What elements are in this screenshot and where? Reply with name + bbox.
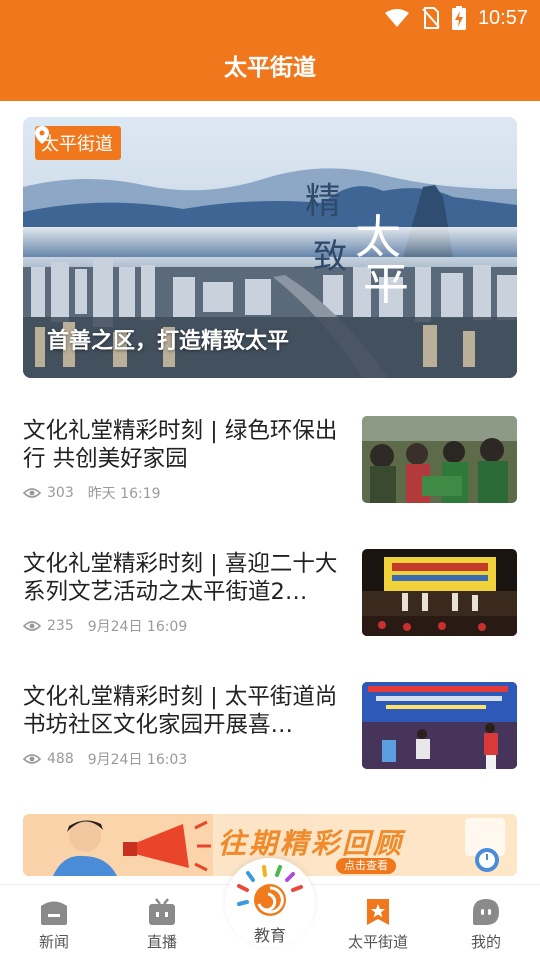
news-meta: 235 9月24日 16:09 [23, 616, 187, 636]
app-header: 10:57 太平街道 [0, 0, 540, 101]
news-meta: 488 9月24日 16:03 [23, 749, 187, 769]
hero-caption: 首善之区，打造精致太平 [47, 329, 290, 354]
eye-icon [23, 488, 41, 498]
promo-title: 往期精彩回顾 [218, 827, 405, 860]
status-bar: 10:57 [0, 0, 540, 36]
no-sim-icon [422, 7, 440, 29]
promo-view-button[interactable]: 点击查看 [336, 858, 396, 874]
megaphone-illustration [23, 814, 213, 876]
status-time: 10:57 [477, 6, 528, 29]
nav-label-mine: 我的 [470, 933, 501, 951]
hero-art-char-4: 平 [363, 258, 409, 303]
nav-item-taiping[interactable]: 太平街道 [333, 885, 423, 960]
nav-label-taiping: 太平街道 [347, 933, 408, 951]
view-count: 488 [47, 751, 74, 767]
page-title: 太平街道 [224, 55, 316, 81]
news-item[interactable]: 文化礼堂精彩时刻 | 太平街道尚书坊社区文化家园开展喜… 488 9月24日 1… [23, 682, 517, 773]
nav-item-live[interactable]: 直播 [117, 885, 207, 960]
news-item[interactable]: 文化礼堂精彩时刻 | 绿色环保出行 共创美好家园 303 昨天 16:19 [23, 416, 517, 507]
news-title: 文化礼堂精彩时刻 | 太平街道尚书坊社区文化家园开展喜… [23, 684, 338, 738]
news-title: 文化礼堂精彩时刻 | 喜迎二十大系列文艺活动之太平街道2… [23, 551, 338, 605]
status-icons: 10:57 [384, 6, 528, 30]
news-thumbnail [362, 549, 517, 636]
hero-art-char-1: 精 [305, 181, 341, 222]
hero-calligraphy: 精 致 太 平 [305, 153, 415, 303]
location-badge-label: 太平街道 [41, 134, 113, 155]
publish-date: 9月24日 16:03 [87, 752, 188, 768]
location-pin-icon [35, 126, 49, 144]
news-thumbnail [362, 682, 517, 769]
view-count: 303 [47, 485, 74, 501]
battery-charging-icon [451, 6, 466, 30]
hero-banner[interactable]: 精 致 太 平 太平街道 首善之区，打造精致太平 [23, 117, 517, 378]
nav-item-mine[interactable]: 我的 [441, 885, 531, 960]
nav-item-news[interactable]: 新闻 [9, 885, 99, 960]
news-icon [41, 901, 67, 925]
tv-icon [149, 898, 175, 925]
publish-date: 昨天 16:19 [87, 486, 161, 502]
bookmark-star-icon [367, 899, 389, 925]
location-badge: 太平街道 [35, 126, 121, 160]
news-item[interactable]: 文化礼堂精彩时刻 | 喜迎二十大系列文艺活动之太平街道2… 235 9月24日 … [23, 549, 517, 640]
news-thumbnail [362, 416, 517, 503]
hero-art-char-3: 太 [355, 210, 401, 264]
hero-art-char-2: 致 [313, 237, 347, 277]
eye-icon [23, 754, 41, 764]
clock-decoration-icon [465, 818, 505, 872]
publish-date: 9月24日 16:09 [87, 619, 188, 635]
news-title: 文化礼堂精彩时刻 | 绿色环保出行 共创美好家园 [23, 418, 338, 472]
eye-icon [23, 621, 41, 631]
news-meta: 303 昨天 16:19 [23, 483, 161, 503]
nav-label-news: 新闻 [38, 933, 69, 951]
profile-icon [473, 899, 499, 925]
nav-label-live: 直播 [146, 933, 177, 951]
wifi-icon [384, 9, 409, 27]
nav-label-education: 教育 [253, 926, 286, 945]
view-count: 235 [47, 618, 74, 634]
